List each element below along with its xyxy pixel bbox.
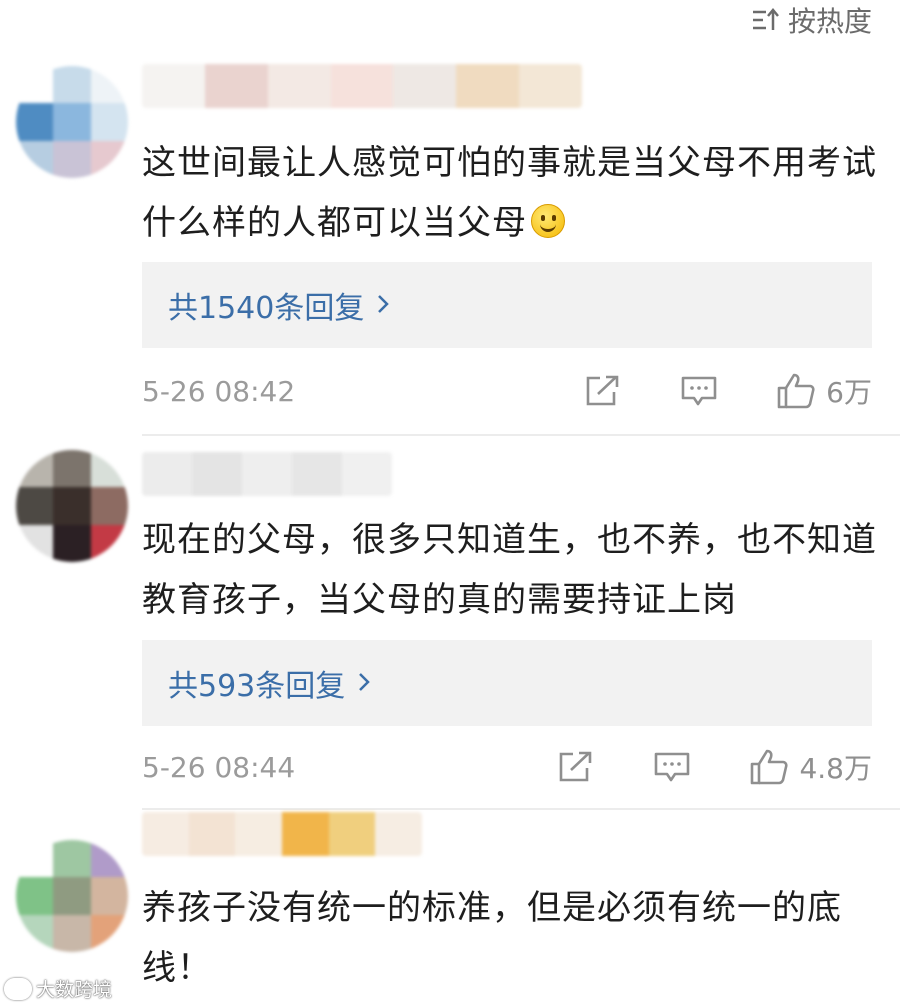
watermark-text: 大数跨境 [36, 979, 113, 1001]
comment-text: 养孩子没有统一的标准，但是必须有统一的底线！ [142, 888, 842, 988]
avatar-mosaic-cell [53, 840, 91, 878]
username-mosaic-cell [142, 812, 189, 856]
like-count: 4.8万 [799, 752, 872, 785]
avatar-mosaic-cell [16, 140, 54, 178]
avatar-mosaic-cell [90, 66, 128, 104]
username-mosaic-cell [235, 812, 283, 856]
avatar-mosaic-cell [90, 914, 128, 952]
username-mosaic-cell [188, 812, 236, 856]
avatar-mosaic-cell [16, 487, 54, 525]
avatar-mosaic-cell [90, 840, 128, 878]
avatar-mosaic-cell [53, 66, 91, 104]
username-blurred[interactable] [142, 452, 392, 496]
like-button[interactable]: 6万 [776, 371, 872, 411]
username-mosaic-cell [456, 64, 520, 108]
username-mosaic-cell [330, 64, 394, 108]
share-icon[interactable] [584, 374, 622, 408]
avatar-mosaic-cell [53, 103, 91, 141]
comment-item: 养孩子没有统一的标准，但是必须有统一的底线！ [0, 810, 900, 1008]
avatar-mosaic-cell [90, 103, 128, 141]
username-mosaic-cell [519, 64, 582, 108]
username-mosaic-cell [142, 452, 192, 496]
replies-count-label: 共593条回复 [168, 669, 346, 704]
avatar-mosaic-cell [53, 450, 91, 488]
username-mosaic-cell [142, 64, 205, 108]
username-mosaic-cell [375, 812, 422, 856]
watermark-logo-icon [4, 977, 32, 1000]
replies-count-label: 共1540条回复 [168, 291, 365, 326]
comment-meta: 5-26 08:44 4.8万 [142, 742, 872, 792]
comment-text: 现在的父母，很多只知道生，也不养，也不知道教育孩子，当父母的真的需要持证上岗 [142, 520, 877, 620]
avatar-mosaic-cell [90, 877, 128, 915]
watermark: 大数跨境 [4, 975, 112, 1002]
sort-icon [752, 8, 780, 32]
chevron-right-icon [376, 288, 390, 323]
username-mosaic-cell [192, 452, 242, 496]
avatar-mosaic-cell [16, 877, 54, 915]
share-icon[interactable] [557, 750, 595, 784]
avatar-mosaic-cell [16, 914, 54, 952]
avatar-mosaic-cell [53, 524, 91, 562]
avatar-mosaic-cell [90, 524, 128, 562]
avatar[interactable] [16, 450, 128, 562]
username-mosaic-cell [393, 64, 457, 108]
avatar-mosaic-cell [90, 487, 128, 525]
comment-meta: 5-26 08:42 6万 [142, 366, 872, 416]
avatar-mosaic-cell [53, 487, 91, 525]
sort-label: 按热度 [787, 5, 872, 38]
view-replies-button[interactable]: 共593条回复 [142, 640, 872, 726]
comment-icon[interactable] [653, 750, 691, 784]
thumbs-up-icon [751, 749, 789, 785]
like-button[interactable]: 4.8万 [749, 747, 872, 787]
view-replies-button[interactable]: 共1540条回复 [142, 262, 872, 348]
comment-item: 这世间最让人感觉可怕的事就是当父母不用考试 什么样的人都可以当父母 共1540条… [0, 58, 900, 436]
avatar-mosaic-cell [53, 140, 91, 178]
username-mosaic-cell [342, 452, 392, 496]
avatar-mosaic-cell [53, 914, 91, 952]
avatar-mosaic-cell [16, 524, 54, 562]
avatar[interactable] [16, 66, 128, 178]
username-mosaic-cell [267, 64, 331, 108]
username-blurred[interactable] [142, 64, 582, 108]
username-blurred[interactable] [142, 812, 422, 856]
avatar-mosaic-cell [16, 66, 54, 104]
sort-by-hot-button[interactable]: 按热度 [752, 0, 872, 40]
username-mosaic-cell [328, 812, 376, 856]
avatar-mosaic-cell [16, 840, 54, 878]
username-mosaic-cell [292, 452, 342, 496]
username-mosaic-cell [282, 812, 329, 856]
comment-item: 现在的父母，很多只知道生，也不养，也不知道教育孩子，当父母的真的需要持证上岗 共… [0, 436, 900, 810]
comment-timestamp: 5-26 08:44 [142, 750, 296, 784]
like-count: 6万 [826, 376, 872, 409]
avatar-mosaic-cell [53, 877, 91, 915]
comment-icon[interactable] [680, 374, 718, 408]
comment-timestamp: 5-26 08:42 [142, 374, 296, 408]
avatar[interactable] [16, 840, 128, 952]
avatar-mosaic-cell [90, 140, 128, 178]
username-mosaic-cell [242, 452, 292, 496]
avatar-mosaic-cell [16, 103, 54, 141]
thumbs-up-icon [777, 373, 815, 409]
comment-text: 这世间最让人感觉可怕的事就是当父母不用考试 什么样的人都可以当父母 [142, 143, 877, 243]
avatar-mosaic-cell [16, 450, 54, 488]
chevron-right-icon [357, 666, 371, 701]
smile-emoji-icon [531, 204, 565, 238]
avatar-mosaic-cell [90, 450, 128, 488]
username-mosaic-cell [204, 64, 268, 108]
